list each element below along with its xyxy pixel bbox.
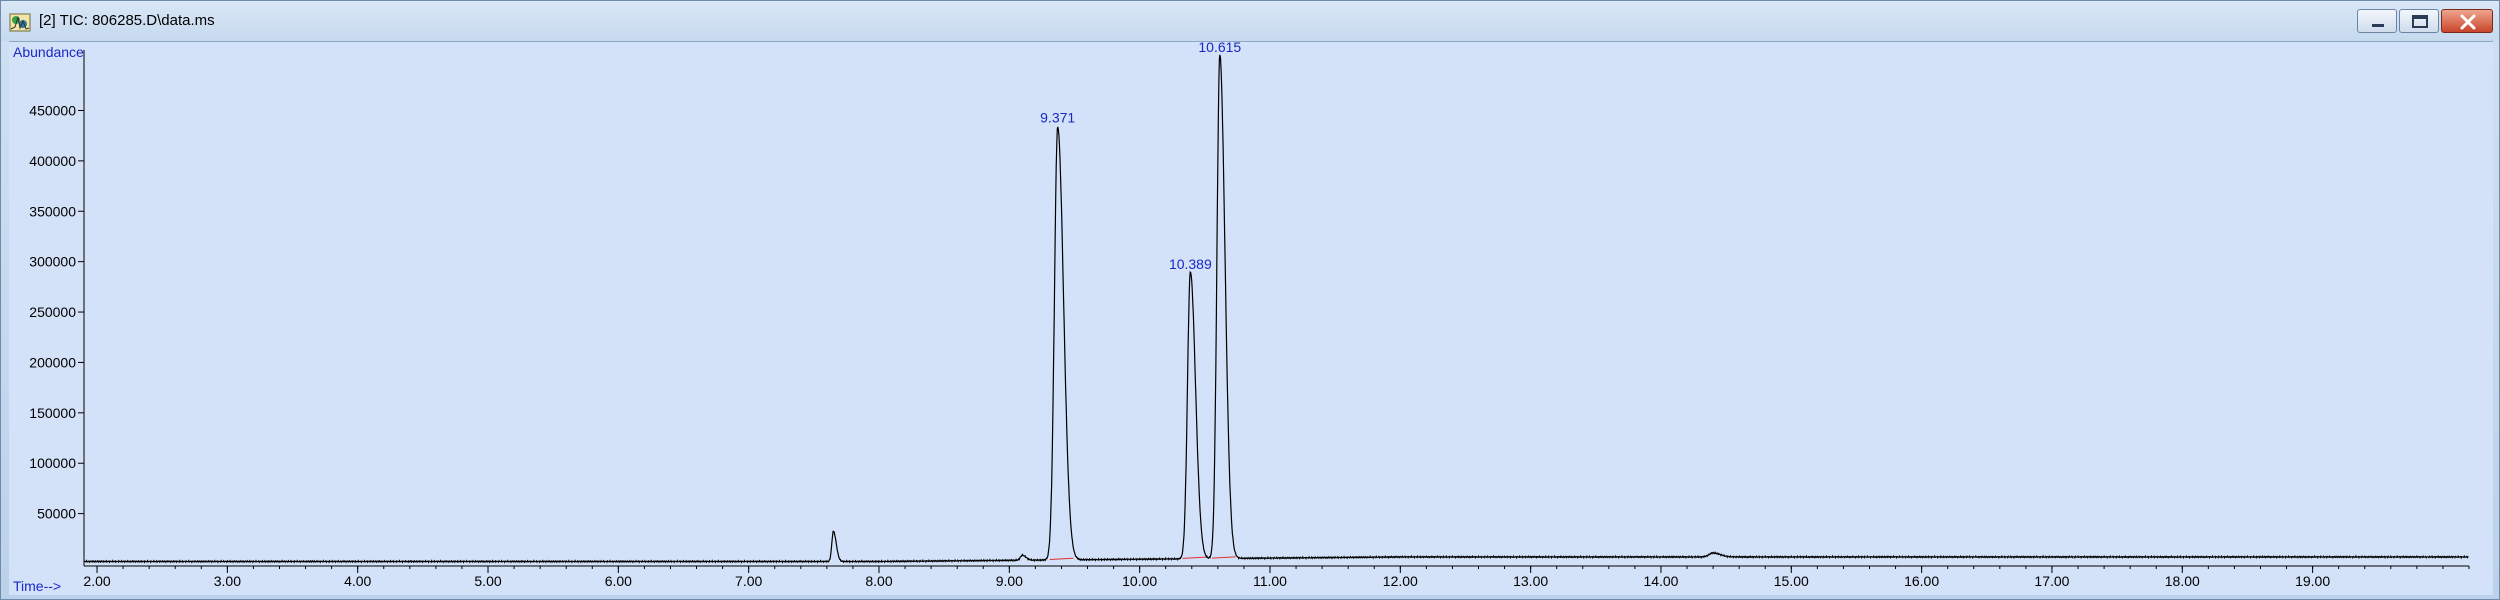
x-tick-label: 14.00: [1643, 573, 1678, 589]
x-tick-label: 11.00: [1253, 573, 1287, 589]
window-title: [2] TIC: 806285.D\data.ms: [39, 12, 215, 29]
y-tick-label: 100000: [29, 455, 76, 471]
x-tick-label: 17.00: [2034, 573, 2069, 589]
y-tick-label: 200000: [29, 354, 76, 370]
minimize-button[interactable]: [2357, 9, 2397, 33]
x-tick-label: 12.00: [1383, 573, 1418, 589]
x-tick-label: 7.00: [735, 573, 762, 589]
y-axis-label: Abundance: [13, 44, 84, 60]
y-tick-label: 350000: [29, 203, 76, 219]
x-tick-label: 6.00: [605, 573, 632, 589]
x-tick-label: 13.00: [1513, 573, 1548, 589]
peak-label: 9.371: [1040, 110, 1075, 126]
y-tick-label: 50000: [37, 506, 76, 522]
close-icon: [2460, 14, 2476, 30]
y-tick-label: 150000: [29, 405, 76, 421]
x-tick-label: 8.00: [865, 573, 892, 589]
peak-label: 10.615: [1198, 42, 1241, 55]
x-tick-label: 5.00: [474, 573, 501, 589]
integration-baseline: [1182, 556, 1207, 559]
x-tick-label: 19.00: [2295, 573, 2330, 589]
chromatogram-window: [2] TIC: 806285.D\data.ms 50000 100000 150…: [0, 0, 2500, 600]
chromatogram-plot[interactable]: 50000 100000 150000 200000 250000 300000 35000…: [9, 41, 2493, 595]
y-tick-label: 400000: [29, 153, 76, 169]
x-tick-label: 15.00: [1774, 573, 1809, 589]
close-button[interactable]: [2441, 9, 2493, 33]
tic-trace: [83, 54, 2469, 564]
title-bar[interactable]: [2] TIC: 806285.D\data.ms: [1, 1, 2499, 41]
chromatogram-app-icon: [9, 11, 31, 33]
x-tick-label: 16.00: [1904, 573, 1939, 589]
y-tick-label: 300000: [29, 254, 76, 270]
x-tick-label: 2.00: [83, 573, 110, 589]
x-tick-label: 9.00: [996, 573, 1023, 589]
restore-icon: [2412, 15, 2428, 28]
peak-label: 10.389: [1169, 256, 1212, 272]
minimize-icon: [2372, 24, 2384, 27]
x-tick-label: 18.00: [2165, 573, 2200, 589]
y-tick-label: 450000: [29, 102, 76, 118]
restore-button[interactable]: [2399, 9, 2439, 33]
chromatogram-chart: 50000 100000 150000 200000 250000 300000 35000…: [29, 42, 2470, 589]
x-tick-label: 3.00: [214, 573, 241, 589]
x-axis-label: Time-->: [13, 578, 62, 594]
integration-baseline: [1049, 557, 1074, 560]
x-tick-label: 10.00: [1122, 573, 1157, 589]
y-tick-label: 250000: [29, 304, 76, 320]
integration-baseline: [1211, 556, 1236, 559]
x-tick-label: 4.00: [344, 573, 371, 589]
